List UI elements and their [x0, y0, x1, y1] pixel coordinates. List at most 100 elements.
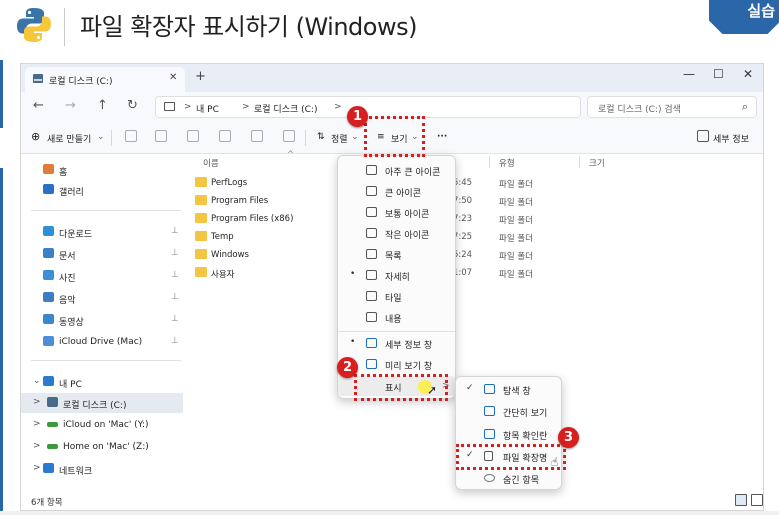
chevron-right-icon[interactable]: >: [33, 441, 41, 451]
drive-icon: [47, 397, 58, 407]
pin-icon: ⊥: [171, 270, 179, 280]
list-view-icon: [366, 249, 377, 259]
breadcrumb-local-disk[interactable]: 로컬 디스크 (C:): [254, 102, 317, 115]
chevron-right-icon[interactable]: >: [33, 463, 41, 473]
sidebar-item-icloud-y[interactable]: > iCloud on 'Mac' (Y:): [21, 415, 183, 435]
sidebar-item-label: 네트워크: [59, 467, 93, 477]
sidebar-item-label: iCloud Drive (Mac): [59, 337, 143, 347]
menu-item-tiles[interactable]: 타일: [338, 286, 455, 307]
left-accent-bar: [0, 168, 3, 513]
column-header-name[interactable]: 이름: [203, 157, 219, 169]
share-icon[interactable]: [251, 130, 263, 142]
chevron-right-icon[interactable]: >: [33, 397, 41, 407]
file-row[interactable]: Program Files (x86) 7:23 파일 폴더: [183, 210, 763, 228]
search-icon: ⌕: [741, 100, 748, 113]
file-name: Temp: [211, 232, 234, 242]
sidebar-item-music[interactable]: 음악 ⊥: [21, 288, 183, 308]
python-logo-icon: [17, 8, 51, 42]
rename-icon[interactable]: [219, 130, 231, 142]
column-header-size[interactable]: 크기: [589, 157, 605, 169]
file-row[interactable]: Program Files 7:50 파일 폴더: [183, 192, 763, 210]
sidebar-item-label: 동영상: [59, 318, 84, 328]
sidebar-item-icloud-drive[interactable]: iCloud Drive (Mac) ⊥: [21, 332, 183, 352]
menu-item-large-icons[interactable]: 큰 아이콘: [338, 181, 455, 202]
details-pane-button[interactable]: 세부 정보: [713, 132, 749, 145]
menu-item-extra-large-icons[interactable]: 아주 큰 아이콘: [338, 160, 455, 181]
menu-item-hidden-items[interactable]: 숨긴 항목: [456, 468, 561, 489]
new-tab-button[interactable]: +: [195, 69, 206, 84]
preview-pane-icon: [366, 359, 377, 369]
menu-item-content[interactable]: 내용: [338, 307, 455, 328]
details-view-icon[interactable]: [735, 494, 747, 506]
column-header-type[interactable]: 유형: [499, 157, 515, 169]
up-button[interactable]: ↑: [97, 98, 108, 113]
breadcrumb-pc[interactable]: 내 PC: [196, 102, 219, 115]
menu-item-compact-view[interactable]: 간단히 보기: [456, 401, 561, 422]
menu-item-navigation-pane[interactable]: ✓ 탐색 창: [456, 379, 561, 400]
sidebar-item-label: 홈: [59, 168, 68, 178]
sidebar-item-videos[interactable]: 동영상 ⊥: [21, 310, 183, 330]
sidebar-item-gallery[interactable]: 갤러리: [21, 180, 183, 200]
menu-item-details-pane[interactable]: • 세부 정보 창: [338, 333, 455, 354]
sidebar-item-local-disk[interactable]: > 로컬 디스크 (C:): [21, 393, 183, 413]
sidebar-item-label: 로컬 디스크 (C:): [63, 401, 127, 411]
forward-button[interactable]: →: [65, 98, 76, 113]
sidebar-item-pictures[interactable]: 사진 ⊥: [21, 266, 183, 286]
maximize-button[interactable]: ☐: [713, 67, 724, 81]
pin-icon: ⊥: [171, 226, 179, 236]
folder-icon: [195, 231, 207, 241]
chevron-down-icon[interactable]: ⌄: [33, 376, 41, 386]
file-row[interactable]: 사용자 1:07 파일 폴더: [183, 264, 763, 282]
file-row[interactable]: PerfLogs 5:45 파일 폴더: [183, 174, 763, 192]
chevron-down-icon: ⌄: [97, 132, 105, 142]
tab-local-disk[interactable]: 로컬 디스크 (C:) ✕: [25, 67, 185, 92]
slide-footer: [0, 511, 779, 515]
copy-icon[interactable]: [155, 130, 167, 142]
menu-item-label: 항목 확인란: [503, 432, 548, 442]
search-box[interactable]: 로컬 디스크 (C:) 검색 ⌕: [587, 96, 757, 118]
network-drive-icon: [47, 444, 58, 449]
cursor-icon: ➚: [427, 383, 438, 397]
minimize-button[interactable]: —: [683, 67, 695, 81]
file-type: 파일 폴더: [499, 198, 533, 208]
chevron-right-icon[interactable]: >: [33, 419, 41, 429]
file-type: 파일 폴더: [499, 234, 533, 244]
refresh-button[interactable]: ↻: [127, 98, 138, 113]
new-button[interactable]: 새로 만들기: [47, 132, 91, 145]
menu-item-small-icons[interactable]: 작은 아이콘: [338, 223, 455, 244]
sort-button[interactable]: 정렬: [331, 132, 348, 145]
paste-icon[interactable]: [187, 130, 199, 142]
details-view-icon: [366, 270, 377, 280]
sidebar-item-documents[interactable]: 문서 ⊥: [21, 244, 183, 264]
tiles-view-icon[interactable]: [751, 494, 763, 506]
sidebar-item-this-pc[interactable]: ⌄ 내 PC: [21, 372, 183, 392]
sidebar-item-home-z[interactable]: > Home on 'Mac' (Z:): [21, 437, 183, 457]
sidebar-item-label: 문서: [59, 252, 76, 262]
back-button[interactable]: ←: [33, 98, 44, 113]
cut-icon[interactable]: [125, 130, 137, 142]
sidebar-item-downloads[interactable]: 다운로드 ⊥: [21, 222, 183, 242]
menu-item-medium-icons[interactable]: 보통 아이콘: [338, 202, 455, 223]
file-row[interactable]: Windows 5:24 파일 폴더: [183, 246, 763, 264]
menu-item-label: 세부 정보 창: [385, 341, 433, 351]
status-bar: 6개 항목: [21, 490, 763, 510]
tab-close-icon[interactable]: ✕: [169, 72, 177, 83]
download-folder-icon: [43, 226, 54, 236]
file-row[interactable]: Temp 7:25 파일 폴더: [183, 228, 763, 246]
sidebar-item-network[interactable]: > 네트워크: [21, 459, 183, 479]
header-divider: [64, 8, 65, 46]
sidebar-item-label: 음악: [59, 296, 76, 306]
sidebar-item-home[interactable]: 홈: [21, 160, 183, 180]
close-window-button[interactable]: ✕: [743, 67, 753, 81]
menu-item-item-checkboxes[interactable]: 항목 확인란: [456, 424, 561, 445]
menu-item-details[interactable]: • 자세히: [338, 265, 455, 286]
eye-icon: [484, 474, 495, 482]
more-options-button[interactable]: ···: [437, 132, 447, 142]
gallery-icon: [43, 184, 54, 194]
network-icon: [43, 463, 54, 473]
menu-divider: [338, 331, 455, 332]
delete-icon[interactable]: [283, 130, 295, 142]
menu-item-label: 목록: [385, 252, 402, 262]
menu-item-list[interactable]: 목록: [338, 244, 455, 265]
address-bar[interactable]: > 내 PC > 로컬 디스크 (C:) >: [155, 96, 581, 118]
